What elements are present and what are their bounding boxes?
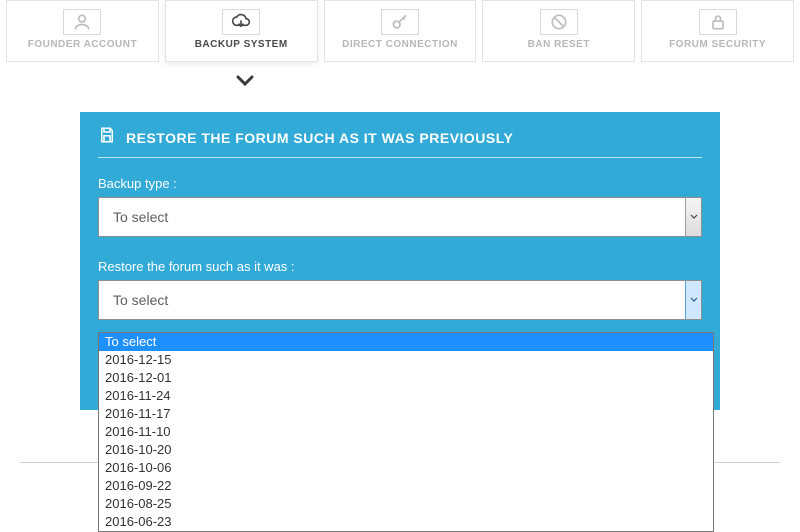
ban-icon <box>540 9 578 35</box>
chevron-down-icon <box>685 198 701 236</box>
key-icon <box>381 9 419 35</box>
dropdown-option[interactable]: 2016-11-17 <box>99 405 713 423</box>
tab-label: BACKUP SYSTEM <box>195 39 288 50</box>
save-icon <box>98 126 116 149</box>
dropdown-option[interactable]: 2016-10-06 <box>99 459 713 477</box>
restore-date-value: To select <box>99 292 685 308</box>
dropdown-option[interactable]: 2016-12-01 <box>99 369 713 387</box>
restore-date-dropdown[interactable]: To select 2016-12-15 2016-12-01 2016-11-… <box>98 332 714 532</box>
panel-header: RESTORE THE FORUM SUCH AS IT WAS PREVIOU… <box>98 126 702 158</box>
backup-type-value: To select <box>99 209 685 225</box>
backup-type-label: Backup type : <box>98 176 702 191</box>
tab-label: BAN RESET <box>528 39 590 50</box>
dropdown-option[interactable]: 2016-08-25 <box>99 495 713 513</box>
dropdown-option[interactable]: 2016-06-23 <box>99 513 713 531</box>
cloud-download-icon <box>222 9 260 35</box>
chevron-down-icon <box>0 74 800 94</box>
dropdown-option[interactable]: 2016-09-22 <box>99 477 713 495</box>
dropdown-option[interactable]: 2016-10-20 <box>99 441 713 459</box>
tab-label: FOUNDER ACCOUNT <box>28 39 137 50</box>
tab-direct-connection[interactable]: DIRECT CONNECTION <box>324 0 477 62</box>
dropdown-option[interactable]: 2016-11-10 <box>99 423 713 441</box>
tab-label: FORUM SECURITY <box>669 39 766 50</box>
user-icon <box>63 9 101 35</box>
dropdown-option[interactable]: 2016-11-24 <box>99 387 713 405</box>
tab-forum-security[interactable]: FORUM SECURITY <box>641 0 794 62</box>
tab-backup-system[interactable]: BACKUP SYSTEM <box>165 0 318 62</box>
backup-type-select[interactable]: To select <box>98 197 702 237</box>
dropdown-option[interactable]: To select <box>99 333 713 351</box>
restore-date-select[interactable]: To select <box>98 280 702 320</box>
dropdown-option[interactable]: 2016-12-15 <box>99 351 713 369</box>
lock-icon <box>699 9 737 35</box>
chevron-down-icon <box>685 281 701 319</box>
panel-title: RESTORE THE FORUM SUCH AS IT WAS PREVIOU… <box>126 130 513 146</box>
admin-tabs: FOUNDER ACCOUNT BACKUP SYSTEM DIRECT CON… <box>0 0 800 62</box>
tab-ban-reset[interactable]: BAN RESET <box>482 0 635 62</box>
restore-date-label: Restore the forum such as it was : <box>98 259 702 274</box>
tab-founder-account[interactable]: FOUNDER ACCOUNT <box>6 0 159 62</box>
tab-label: DIRECT CONNECTION <box>342 39 458 50</box>
